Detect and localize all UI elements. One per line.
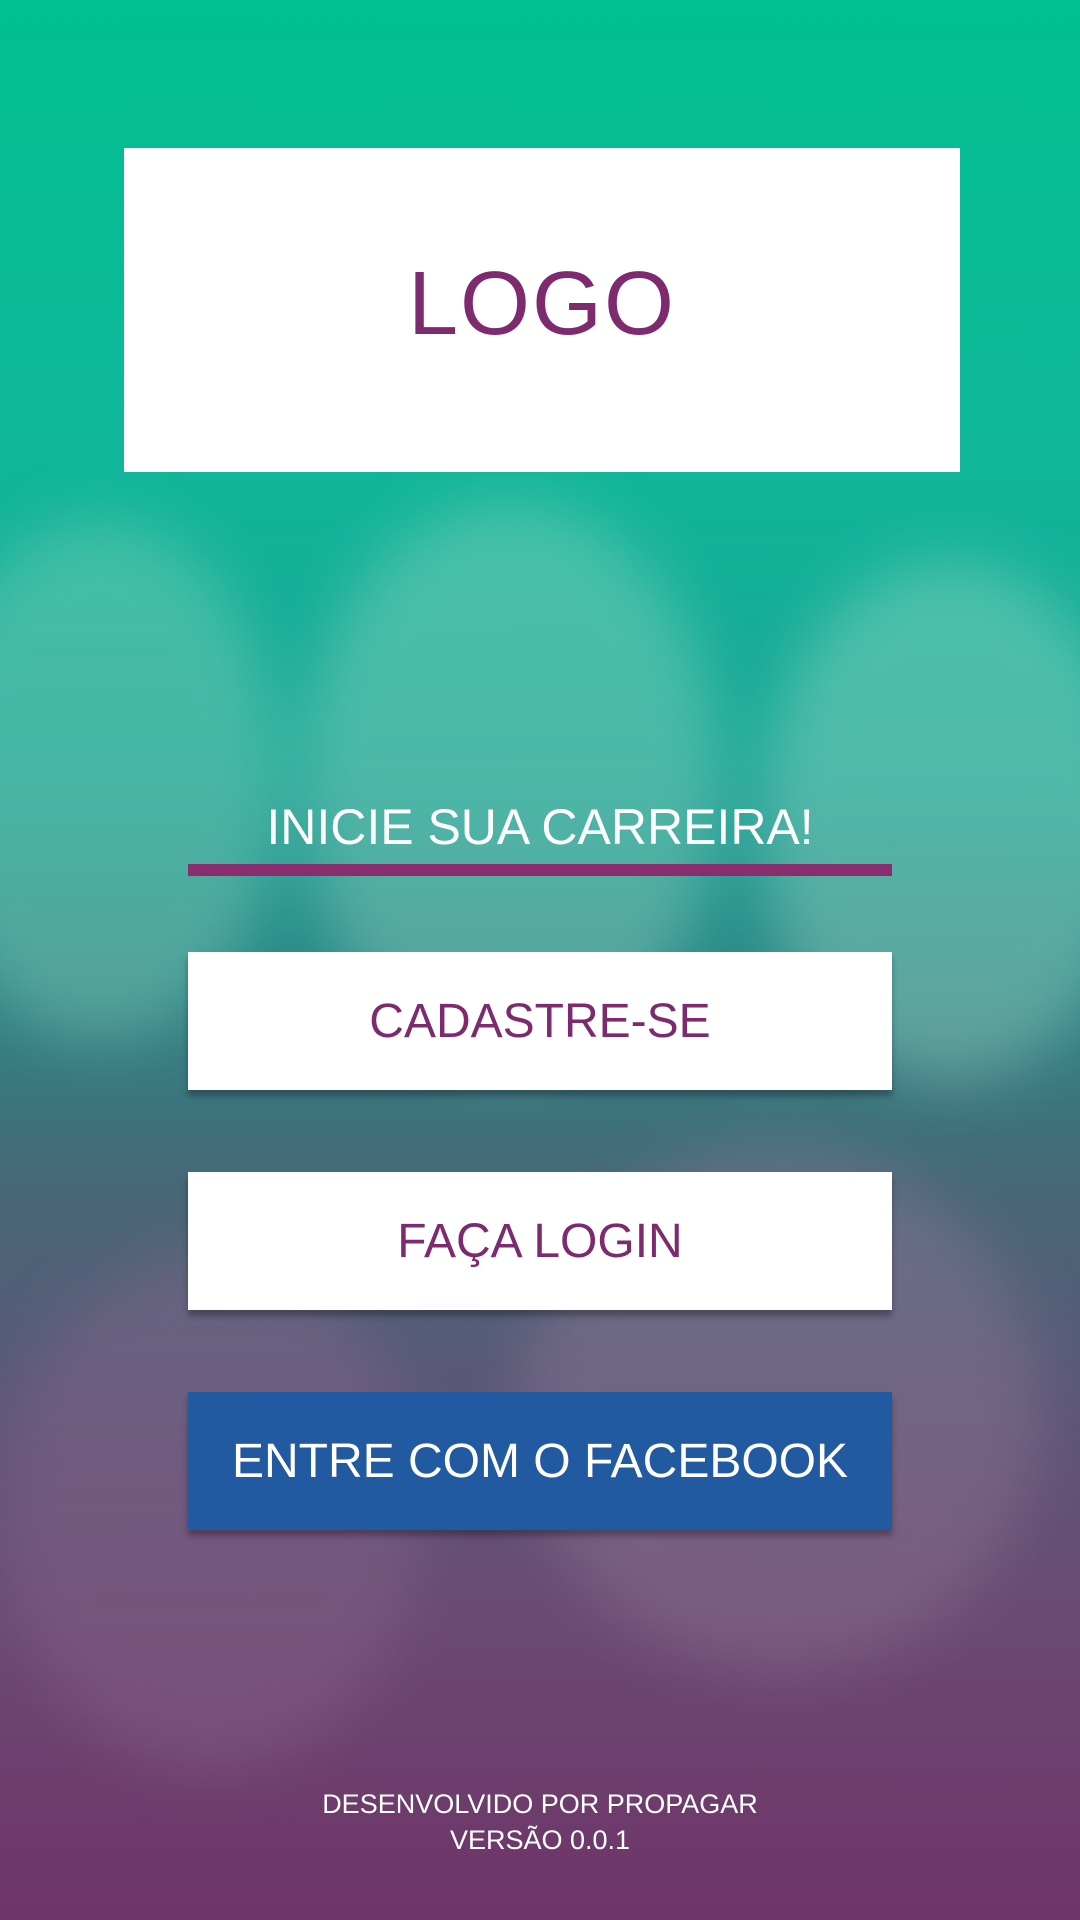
logo-text: LOGO bbox=[407, 253, 677, 354]
signup-button-label: CADASTRE-SE bbox=[369, 994, 711, 1048]
signup-button[interactable]: CADASTRE-SE bbox=[188, 952, 892, 1090]
developer-credit: DESENVOLVIDO POR PROPAGAR bbox=[322, 1789, 758, 1819]
app-version: VERSÃO 0.0.1 bbox=[449, 1825, 631, 1855]
login-button[interactable]: FAÇA LOGIN bbox=[188, 1172, 892, 1310]
facebook-button-label: ENTRE COM O FACEBOOK bbox=[231, 1434, 849, 1488]
welcome-screen: LOGO INICIE SUA CARREIRA! CADASTRE-SE FA… bbox=[0, 0, 1080, 1920]
tagline-underline bbox=[188, 864, 892, 876]
tagline: INICIE SUA CARREIRA! bbox=[266, 799, 814, 855]
footer: DESENVOLVIDO POR PROPAGAR VERSÃO 0.0.1 bbox=[0, 1786, 1080, 1858]
login-button-label: FAÇA LOGIN bbox=[397, 1214, 683, 1268]
facebook-login-button[interactable]: ENTRE COM O FACEBOOK bbox=[188, 1392, 892, 1530]
logo-box: LOGO bbox=[124, 148, 960, 472]
